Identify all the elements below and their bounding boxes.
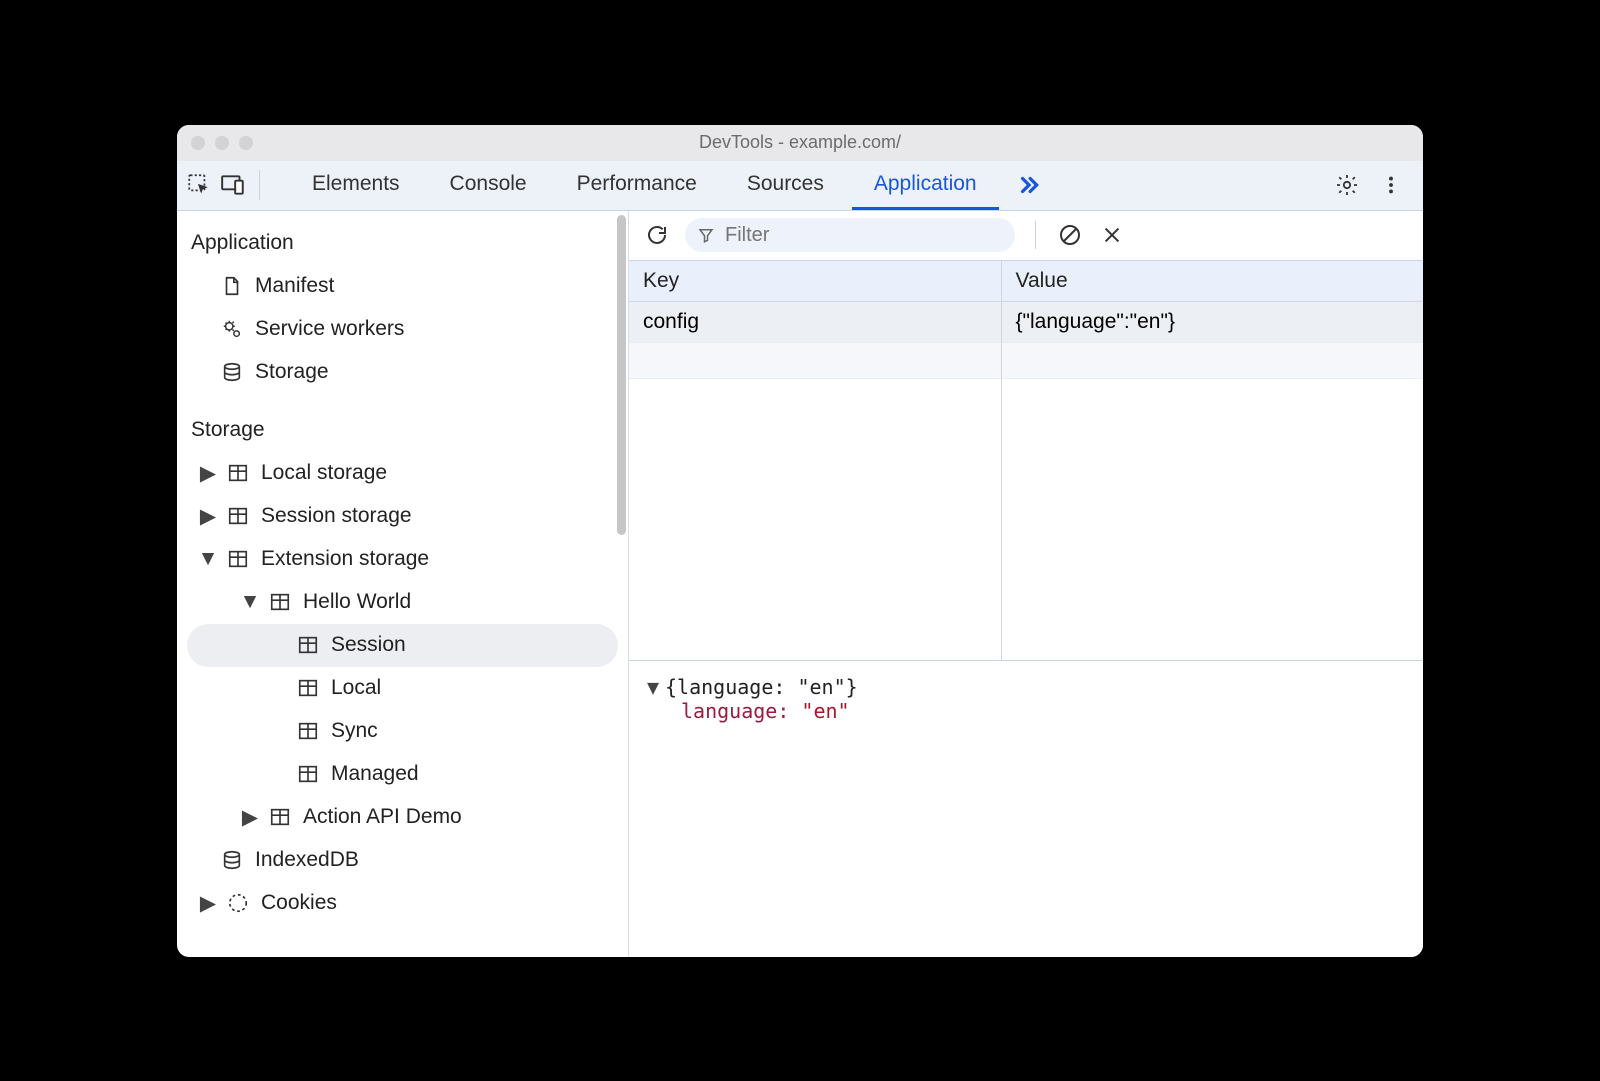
tabbar: Elements Console Performance Sources App… [177,161,1423,211]
label: Extension storage [261,547,429,571]
chevron-down-icon: ▼ [201,547,215,571]
table-icon [267,591,293,613]
chevron-right-icon: ▶ [201,461,215,486]
label: Service workers [255,317,404,341]
tree-hello-world[interactable]: ▼ Hello World [177,581,628,624]
sidebar-item-storage[interactable]: Storage [177,351,628,394]
kebab-icon[interactable] [1377,171,1405,199]
cookie-icon [225,892,251,914]
tree-extension-storage[interactable]: ▼ Extension storage [177,538,628,581]
delete-icon[interactable] [1098,221,1126,249]
tree-cookies[interactable]: ▶ Cookies [177,882,628,925]
device-toggle-icon[interactable] [219,171,247,199]
table-icon [295,677,321,699]
sidebar-item-manifest[interactable]: Manifest [177,265,628,308]
table-icon [225,505,251,527]
table-row-empty [629,342,1423,378]
tree-session-storage[interactable]: ▶ Session storage [177,495,628,538]
tree-session[interactable]: Session [187,624,618,667]
tabs: Elements Console Performance Sources App… [290,161,1051,210]
table-icon [295,763,321,785]
titlebar: DevTools - example.com/ [177,125,1423,161]
chevron-right-icon: ▶ [201,891,215,916]
label: Storage [255,360,329,384]
table-icon [225,462,251,484]
object-preview: ▼{language: "en"} language: "en" [629,661,1423,957]
label: IndexedDB [255,848,359,872]
chevron-right-icon: ▶ [201,504,215,529]
preview-line-property[interactable]: language: "en" [647,699,1405,723]
section-application: Application [177,225,628,265]
cell-value: {"language":"en"} [1001,301,1423,342]
label: Local storage [261,461,387,485]
tree-indexeddb[interactable]: IndexedDB [177,839,628,882]
devtools-window: DevTools - example.com/ Elements Console… [177,125,1423,957]
label: Session [331,633,406,657]
table-header-row: Key Value [629,261,1423,302]
label: Managed [331,762,419,786]
tab-sources[interactable]: Sources [725,161,846,210]
tree-action-api-demo[interactable]: ▶ Action API Demo [177,796,628,839]
table-icon [225,548,251,570]
tab-application[interactable]: Application [852,161,999,210]
sidebar-scrollbar[interactable] [617,215,626,535]
divider [259,170,260,200]
cell-key: config [629,301,1001,342]
filter-icon [697,226,715,244]
inspect-icon[interactable] [185,171,213,199]
label: Sync [331,719,378,743]
tree-local[interactable]: Local [177,667,628,710]
storage-table: Key Value config {"language":"en"} [629,261,1423,379]
header-value[interactable]: Value [1001,261,1423,302]
sidebar: Application Manifest Service workers [177,211,629,957]
tree-sync[interactable]: Sync [177,710,628,753]
chevron-right-icon: ▶ [243,805,257,830]
preview-value: "en" [801,699,849,723]
main: Key Value config {"language":"en"} [629,211,1423,957]
table-icon [295,720,321,742]
clear-all-icon[interactable] [1056,221,1084,249]
preview-key: language [681,699,777,723]
traffic-lights [191,136,253,150]
more-tabs-icon[interactable] [1005,161,1051,210]
filter-input[interactable] [725,224,999,247]
label: Hello World [303,590,411,614]
doc-icon [219,275,245,297]
traffic-minimize[interactable] [215,136,229,150]
tab-elements[interactable]: Elements [290,161,422,210]
label: Manifest [255,274,334,298]
preview-line-summary[interactable]: ▼{language: "en"} [647,675,1405,699]
refresh-icon[interactable] [643,221,671,249]
header-key[interactable]: Key [629,261,1001,302]
db-icon [219,361,245,383]
traffic-zoom[interactable] [239,136,253,150]
table-icon [267,806,293,828]
section-storage: Storage [177,412,628,452]
table-icon [295,634,321,656]
storage-toolbar [629,211,1423,261]
storage-table-area: Key Value config {"language":"en"} [629,261,1423,661]
gears-icon [219,318,245,340]
tree-local-storage[interactable]: ▶ Local storage [177,452,628,495]
label: Cookies [261,891,337,915]
tab-performance[interactable]: Performance [555,161,719,210]
window-title: DevTools - example.com/ [177,132,1423,153]
label: Session storage [261,504,412,528]
gear-icon[interactable] [1333,171,1361,199]
filter-input-wrap[interactable] [685,218,1015,252]
divider [1035,221,1036,249]
traffic-close[interactable] [191,136,205,150]
column-divider[interactable] [1001,261,1002,660]
tree-managed[interactable]: Managed [177,753,628,796]
label: Action API Demo [303,805,462,829]
chevron-down-icon: ▼ [243,590,257,614]
table-row[interactable]: config {"language":"en"} [629,301,1423,342]
chevron-down-icon: ▼ [647,675,661,699]
sidebar-item-service-workers[interactable]: Service workers [177,308,628,351]
label: Local [331,676,381,700]
tab-console[interactable]: Console [428,161,549,210]
db-icon [219,849,245,871]
content: Application Manifest Service workers [177,211,1423,957]
